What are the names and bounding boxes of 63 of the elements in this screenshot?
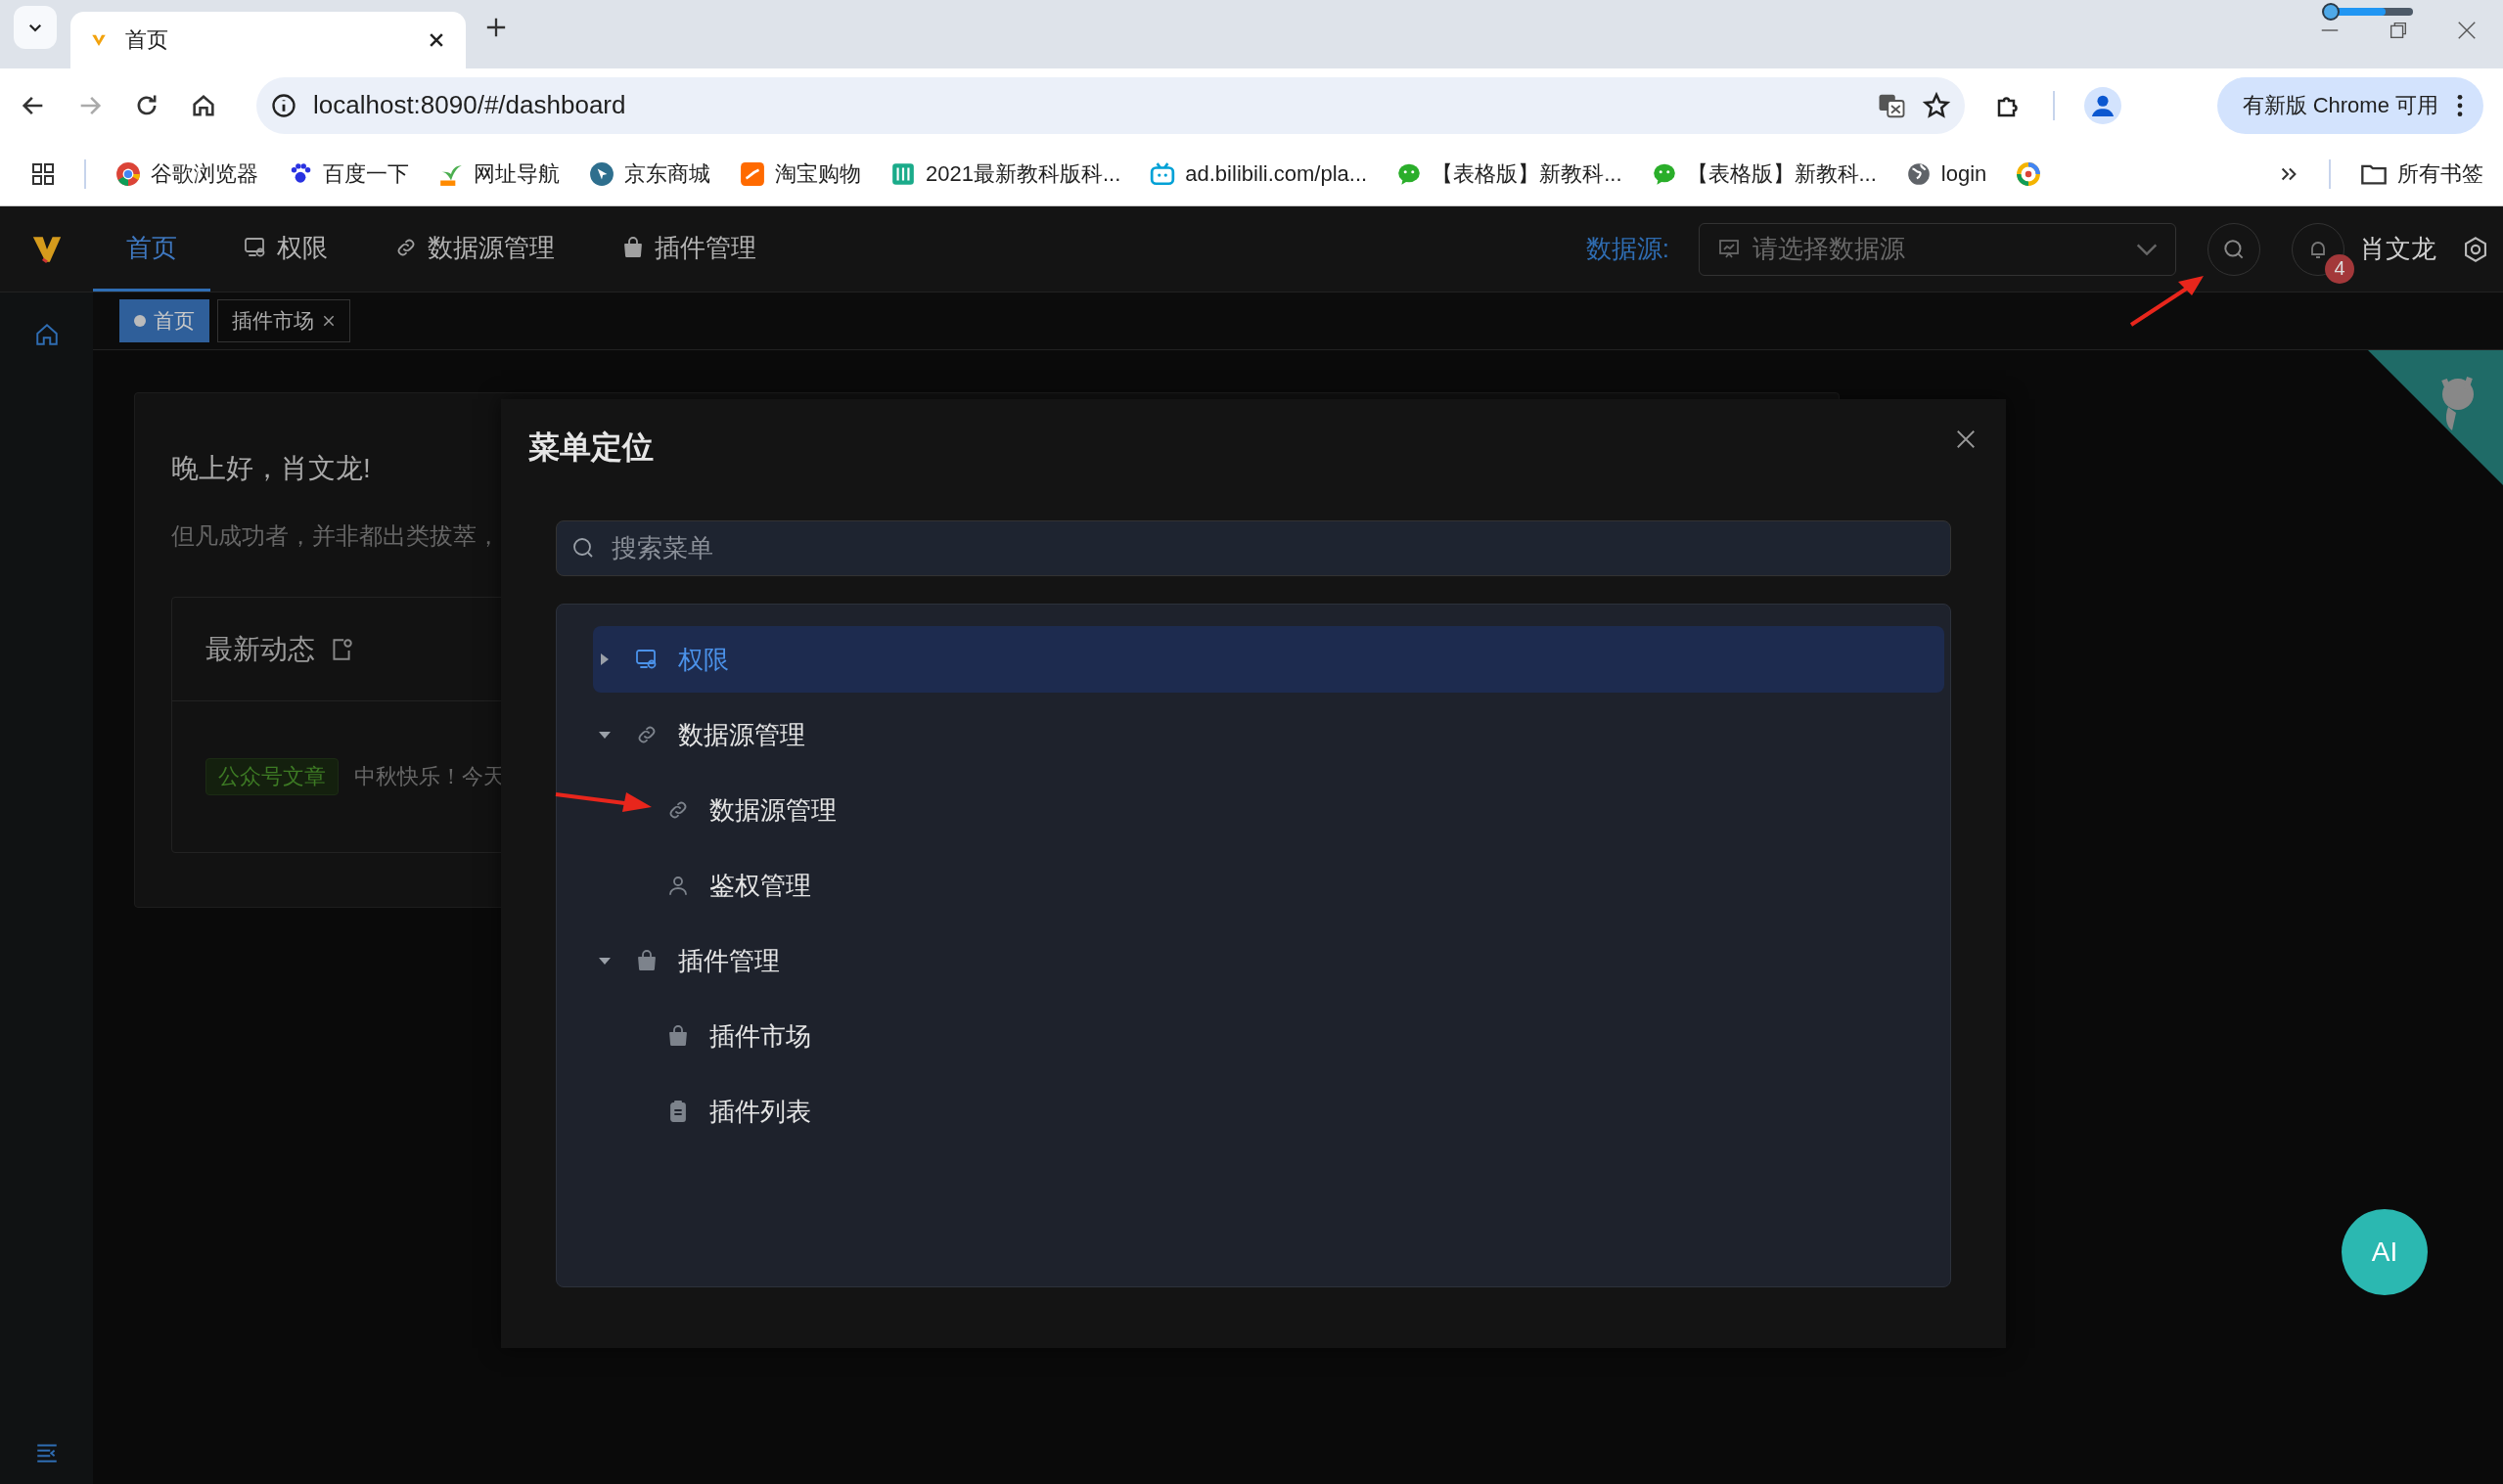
page-tab[interactable]: 插件市场 [217,299,350,342]
bookmark-link[interactable]: 【表格版】新教科... [1396,158,1622,189]
bookmark-link[interactable]: 【表格版】新教科... [1651,158,1877,189]
chevron-down-icon [2136,243,2158,255]
apps-grid-icon[interactable] [31,161,55,186]
address-bar[interactable]: localhost:8090/#/dashboard [256,76,1965,134]
nav-tab[interactable]: 权限 [210,206,361,292]
bookmark-link[interactable]: 京东商城 [589,158,710,189]
bookmark-icon [1905,160,1932,187]
bookmark-icon [740,160,765,187]
menu-tree-item[interactable]: 数据源管理 [593,777,1944,843]
bookmark-icon [890,160,916,187]
search-icon [571,536,595,560]
all-bookmarks-button[interactable]: 所有书签 [2360,158,2483,189]
monitor-gear-icon [635,648,659,671]
bookmark-link[interactable]: ad.bilibili.com/pla... [1150,160,1368,187]
bookmark-icon [115,160,141,187]
menu-tree-item[interactable]: 插件市场 [593,1003,1944,1069]
update-chrome-button[interactable]: 有新版 Chrome 可用 [2216,76,2483,134]
nav-tab[interactable]: 数据源管理 [361,206,588,292]
more-icon[interactable] [2456,92,2464,118]
user-name[interactable]: 肖文龙 [2360,232,2436,266]
bookmark-link[interactable]: 2021最新教科版科... [890,158,1121,189]
info-icon[interactable] [270,91,297,119]
notification-badge: 4 [2325,253,2354,284]
menu-tree-item[interactable]: 数据源管理 [593,701,1944,768]
close-icon [1955,428,1977,450]
bookmark-link[interactable]: 网址导航 [438,158,560,189]
bookmark-icon [589,160,614,187]
bookmark-link[interactable]: 谷歌浏览器 [115,158,258,189]
page-tab[interactable]: 首页 [119,299,209,342]
bookmark-link[interactable] [2016,160,2042,187]
bookmark-icon [1150,160,1176,187]
search-field[interactable]: 搜索菜单 [556,520,1951,576]
dialog-title: 菜单定位 [528,428,655,467]
status-dot [134,315,146,327]
datasource-label: 数据源: [1585,233,1669,265]
motto-text: 但凡成功者，并非都出类拔萃， [171,521,500,551]
restore-icon[interactable] [2388,20,2409,41]
monitor-gear-icon [244,236,267,259]
bookmark-link[interactable]: login [1905,160,1987,187]
news-title: 最新动态 [205,632,315,666]
close-icon[interactable] [322,314,336,328]
menu-tree-item[interactable]: 插件列表 [593,1078,1944,1145]
browser-tab[interactable]: 首页 [70,12,466,68]
bag-icon [635,949,659,972]
menu-tree-item[interactable]: 插件管理 [593,927,1944,994]
bag-icon [621,236,645,259]
profile-icon[interactable] [2084,86,2121,124]
menu-tree-item[interactable]: 鉴权管理 [593,852,1944,919]
bookmark-link[interactable]: 淘宝购物 [740,158,861,189]
nav-tab[interactable]: 插件管理 [588,206,790,292]
menu-tree-item[interactable]: 权限 [593,626,1944,693]
bag-icon [666,1024,690,1048]
greeting-text: 晚上好，肖文龙! [171,452,371,485]
settings-icon[interactable] [2462,235,2489,263]
news-tag: 公众号文章 [205,758,339,795]
user-icon [666,874,690,897]
star-icon[interactable] [1922,90,1951,120]
bookmark-icon [2016,160,2042,187]
new-tab-icon[interactable] [485,17,507,38]
bookmark-link[interactable]: 百度一下 [288,158,409,189]
corner-cat-icon[interactable] [2368,350,2503,485]
